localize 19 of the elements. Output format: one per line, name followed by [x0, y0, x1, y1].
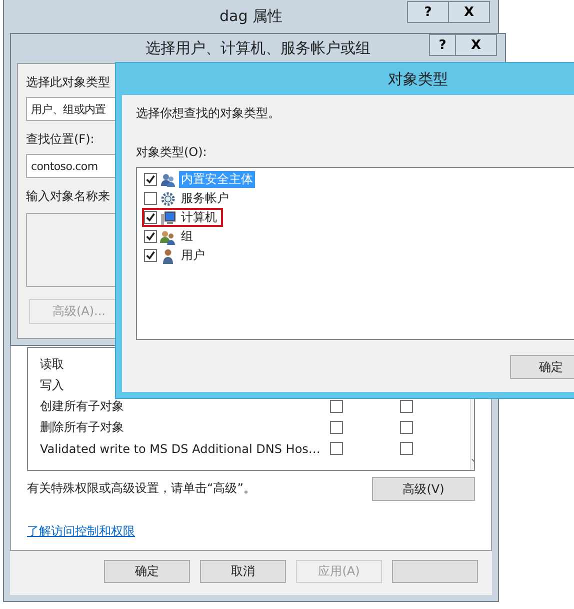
window-title: dag 属性 — [219, 6, 282, 26]
object-type-label: 内置安全主体 — [179, 171, 255, 188]
object-type-label: 用户 — [180, 247, 206, 264]
permission-name: 删除所有子对象 — [40, 419, 125, 436]
location-label: 查找位置(F): — [26, 131, 94, 148]
permission-name: 写入 — [40, 377, 65, 394]
prompt-text: 选择你想查找的对象类型。 — [136, 105, 280, 122]
permission-name: 读取 — [40, 356, 65, 373]
permission-name: Validated write to MS DS Additional DNS Hos… — [40, 442, 322, 456]
permission-name: 创建所有子对象 — [40, 398, 125, 415]
names-label: 输入对象名称来 — [26, 188, 110, 205]
advanced-hint: 有关特殊权限或高级设置，请单击“高级”。 — [27, 480, 256, 497]
window-title: 选择用户、计算机、服务帐户或组 — [146, 39, 370, 58]
window-title: 对象类型 — [388, 70, 448, 88]
object-type-label: 选择此对象类型 — [26, 74, 110, 91]
object-type-label: 计算机 — [180, 209, 218, 226]
list-label: 对象类型(O): — [136, 144, 207, 161]
object-type-label: 组 — [180, 228, 194, 245]
object-type-label: 服务帐户 — [180, 190, 230, 207]
